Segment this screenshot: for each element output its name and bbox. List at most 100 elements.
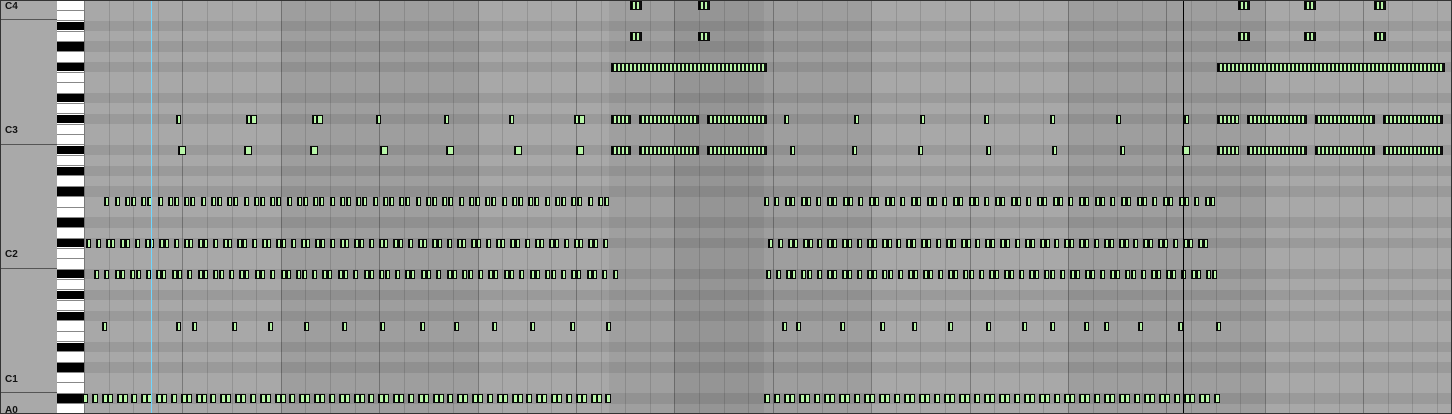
midi-note[interactable] [519,269,525,279]
midi-note[interactable] [900,197,906,207]
midi-note[interactable] [91,393,98,403]
midi-note[interactable] [176,321,181,331]
midi-note[interactable] [852,145,857,155]
midi-note[interactable] [1074,269,1080,279]
midi-note[interactable] [216,197,222,207]
midi-note[interactable] [1054,238,1060,248]
midi-note[interactable] [545,269,551,279]
midi-note[interactable] [869,393,875,403]
midi-note[interactable] [965,238,971,248]
midi-note[interactable] [1168,197,1174,207]
midi-note[interactable] [512,197,518,207]
midi-note[interactable] [264,393,271,403]
midi-note[interactable] [611,145,631,155]
midi-note[interactable] [211,197,217,207]
midi-note[interactable] [897,269,903,279]
midi-note[interactable] [203,238,208,248]
black-key[interactable] [57,114,84,124]
black-key[interactable] [57,311,84,320]
midi-note[interactable] [448,197,453,207]
midi-note[interactable] [1196,269,1202,279]
midi-note[interactable] [1194,197,1200,207]
midi-note[interactable] [984,114,989,124]
midi-note[interactable] [305,238,311,248]
midi-note[interactable] [485,238,491,248]
midi-note[interactable] [398,393,404,403]
midi-note[interactable] [1210,197,1216,207]
midi-note[interactable] [200,393,207,403]
midi-note[interactable] [817,238,823,248]
midi-note[interactable] [1163,238,1168,248]
midi-note[interactable] [444,114,449,124]
midi-note[interactable] [131,393,138,403]
midi-note[interactable] [394,269,400,279]
midi-note[interactable] [910,197,916,207]
midi-note[interactable] [1149,393,1155,403]
midi-note[interactable] [362,197,367,207]
midi-note[interactable] [254,269,260,279]
midi-note[interactable] [777,238,783,248]
midi-note[interactable] [1094,197,1100,207]
midi-note[interactable] [405,269,411,279]
midi-note[interactable] [854,114,859,124]
midi-note[interactable] [707,114,767,124]
midi-note[interactable] [1052,197,1058,207]
midi-note[interactable] [1078,197,1084,207]
midi-note[interactable] [515,238,520,248]
midi-note[interactable] [446,145,454,155]
midi-note[interactable] [102,321,107,331]
midi-note[interactable] [184,197,190,207]
midi-note[interactable] [1059,269,1065,279]
midi-note[interactable] [831,269,837,279]
black-key[interactable] [57,63,84,72]
midi-note[interactable] [422,238,428,248]
midi-note[interactable] [639,145,699,155]
midi-note[interactable] [1004,393,1010,403]
midi-note[interactable] [170,393,177,403]
midi-note[interactable] [816,197,822,207]
midi-note[interactable] [517,197,523,207]
midi-note[interactable] [328,393,335,403]
midi-note[interactable] [612,269,618,279]
midi-note[interactable] [289,393,296,403]
midi-note[interactable] [462,393,469,403]
midi-note[interactable] [286,197,292,207]
midi-note[interactable] [550,269,556,279]
midi-note[interactable] [871,238,877,248]
midi-note[interactable] [848,197,853,207]
midi-note[interactable] [1162,197,1168,207]
midi-note[interactable] [1136,197,1142,207]
midi-note[interactable] [858,197,864,207]
midi-note[interactable] [630,31,642,41]
midi-note[interactable] [104,269,110,279]
midi-note[interactable] [1374,31,1386,41]
midi-note[interactable] [225,393,232,403]
black-key[interactable] [57,290,84,300]
midi-note[interactable] [942,197,948,207]
midi-note[interactable] [1005,238,1010,248]
midi-note[interactable] [560,197,566,207]
midi-note[interactable] [233,197,238,207]
midi-note[interactable] [953,269,959,279]
midi-note[interactable] [912,321,917,331]
black-key[interactable] [57,342,84,351]
midi-note[interactable] [1187,238,1193,248]
midi-note[interactable] [281,238,286,248]
midi-note[interactable] [555,197,561,207]
midi-note[interactable] [368,393,375,403]
midi-note[interactable] [320,238,325,248]
midi-note[interactable] [1247,114,1307,124]
midi-note[interactable] [576,269,582,279]
midi-note[interactable] [595,393,602,403]
midi-note[interactable] [135,269,141,279]
midi-note[interactable] [776,269,782,279]
midi-note[interactable] [1100,197,1105,207]
midi-note[interactable] [884,393,890,403]
midi-note[interactable] [477,269,483,279]
midi-note[interactable] [1140,269,1146,279]
midi-note[interactable] [1138,321,1143,331]
midi-note[interactable] [1016,197,1021,207]
midi-note[interactable] [501,393,508,403]
midi-note[interactable] [260,269,265,279]
midi-note[interactable] [239,269,245,279]
